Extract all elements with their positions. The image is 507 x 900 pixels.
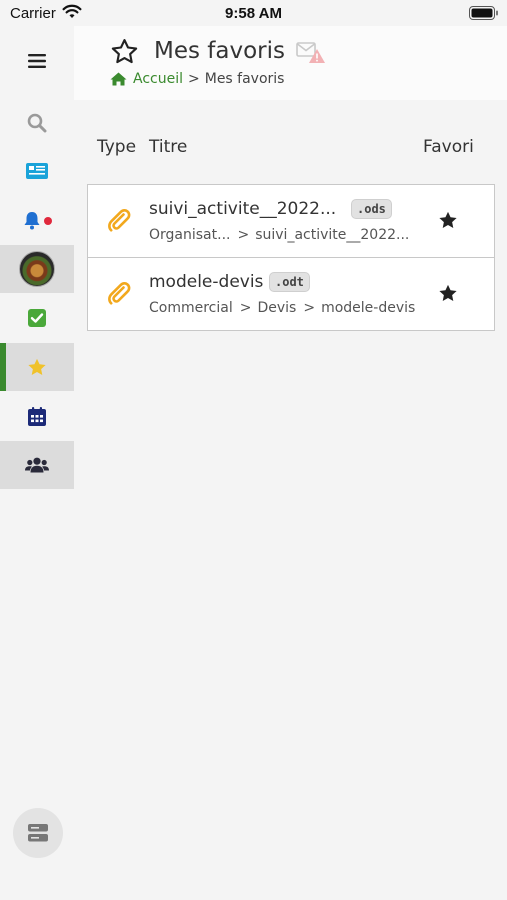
page-title: Mes favoris: [154, 38, 285, 64]
item-path: Organisat... > suivi_activite__2022...: [149, 227, 409, 243]
item-title: modele-devis: [149, 272, 264, 292]
sidebar-item-search[interactable]: [0, 99, 74, 147]
star-icon: [28, 358, 46, 375]
breadcrumb-separator: >: [188, 71, 200, 87]
check-square-icon: [28, 309, 46, 327]
server-button[interactable]: [13, 808, 63, 858]
sidebar-item-calendar[interactable]: [0, 392, 74, 440]
breadcrumb-home-link[interactable]: Accueil: [133, 71, 183, 87]
news-icon: [26, 163, 48, 179]
breadcrumb: Accueil > Mes favoris: [110, 71, 284, 87]
mail-warning-icon[interactable]: [296, 41, 328, 69]
clock: 9:58 AM: [225, 5, 282, 22]
favorite-star-icon[interactable]: [438, 284, 458, 307]
column-header-title[interactable]: Titre: [149, 137, 187, 157]
status-bar: Carrier 9:58 AM: [0, 0, 507, 26]
server-icon: [28, 824, 48, 842]
sidebar-item-tasks[interactable]: [0, 294, 74, 342]
sidebar-item-news[interactable]: [0, 147, 74, 195]
path-segment[interactable]: Organisat...: [149, 227, 230, 243]
sidebar-item-profile[interactable]: [0, 245, 74, 293]
file-extension-badge: .odt: [269, 272, 310, 292]
menu-icon: [28, 54, 46, 68]
list-item[interactable]: suivi_activite__2022... .ods Organisat..…: [88, 185, 494, 257]
menu-button[interactable]: [0, 37, 74, 85]
path-separator: >: [239, 300, 252, 316]
path-segment[interactable]: modele-devis: [321, 300, 415, 316]
search-icon: [27, 113, 47, 133]
page-header: Mes favoris Accueil > Mes favoris: [74, 26, 507, 100]
notification-dot: [43, 217, 52, 225]
column-header-type[interactable]: Type: [97, 137, 136, 157]
path-separator: >: [237, 227, 250, 243]
sidebar-item-notifications[interactable]: [0, 196, 74, 244]
paperclip-icon: [106, 280, 132, 310]
path-segment[interactable]: Commercial: [149, 300, 233, 316]
star-outline-icon: [110, 38, 139, 69]
path-segment[interactable]: suivi_activite__2022...: [255, 227, 409, 243]
sidebar-item-favorites[interactable]: [0, 343, 74, 391]
sidebar-item-users[interactable]: [0, 441, 74, 489]
sidebar: [0, 26, 74, 900]
home-icon: [110, 72, 127, 86]
item-path: Commercial > Devis > modele-devis: [149, 300, 415, 316]
favorites-list: suivi_activite__2022... .ods Organisat..…: [87, 184, 495, 331]
column-header-favorite[interactable]: Favori: [423, 137, 474, 157]
list-item[interactable]: modele-devis .odt Commercial > Devis > m…: [88, 257, 494, 329]
bell-icon: [24, 211, 39, 229]
favorite-star-icon[interactable]: [438, 211, 458, 234]
breadcrumb-current: Mes favoris: [204, 71, 285, 87]
calendar-icon: [28, 406, 46, 426]
file-extension-badge: .ods: [351, 199, 392, 219]
users-icon: [25, 457, 49, 473]
path-separator: >: [303, 300, 316, 316]
path-segment[interactable]: Devis: [257, 300, 296, 316]
avatar: [19, 251, 55, 287]
item-title: suivi_activite__2022...: [149, 199, 337, 219]
paperclip-icon: [106, 207, 132, 237]
battery-icon: [469, 6, 499, 24]
